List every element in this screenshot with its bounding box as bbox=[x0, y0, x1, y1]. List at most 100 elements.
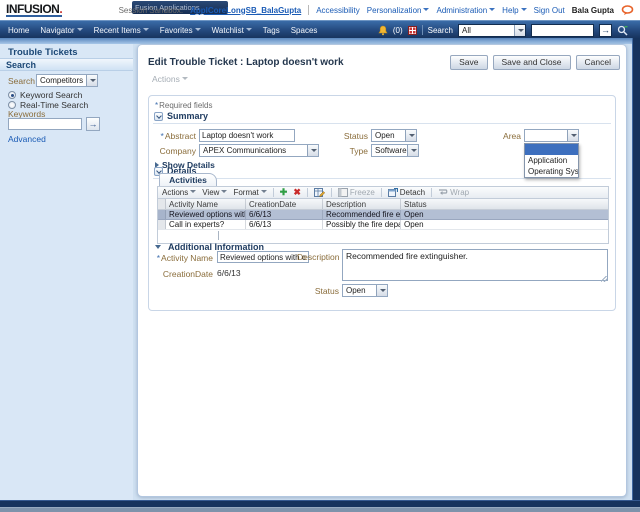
saved-search-select[interactable]: Competitors bbox=[36, 74, 98, 87]
toolbar-actions-menu[interactable]: Actions bbox=[162, 188, 197, 197]
accessibility-link[interactable]: Accessibility bbox=[316, 6, 360, 15]
dropdown-button[interactable] bbox=[405, 130, 416, 141]
dropdown-button[interactable] bbox=[407, 145, 418, 156]
activity-name-label: *Activity Name bbox=[156, 253, 213, 263]
detach-button[interactable]: Detach bbox=[387, 188, 425, 197]
chevron-down-icon bbox=[311, 149, 317, 152]
dropdown-button[interactable] bbox=[376, 285, 387, 296]
freeze-button[interactable]: Freeze bbox=[337, 188, 375, 197]
toolbar-format-menu[interactable]: Format bbox=[233, 188, 267, 197]
dropdown-option-operating-system[interactable]: Operating System bbox=[525, 166, 578, 177]
column-header-activity-name[interactable]: Activity Name bbox=[166, 199, 246, 209]
description-textarea[interactable] bbox=[342, 249, 608, 281]
search-scope-select[interactable]: All bbox=[458, 23, 526, 37]
keywords-go-button[interactable]: → bbox=[86, 117, 100, 131]
column-header-description[interactable]: Description bbox=[323, 199, 401, 209]
chevron-down-icon bbox=[142, 27, 149, 31]
table-row-selected[interactable]: Reviewed options with customer 6/6/13 Re… bbox=[158, 210, 608, 220]
global-search-input[interactable] bbox=[531, 23, 594, 37]
divider bbox=[153, 178, 611, 179]
keywords-input[interactable] bbox=[8, 118, 82, 130]
nav-watchlist[interactable]: Watchlist bbox=[212, 26, 252, 35]
advanced-search-icon[interactable] bbox=[617, 25, 628, 36]
company-select[interactable]: APEX Communications bbox=[199, 144, 319, 157]
type-select[interactable]: Software bbox=[371, 144, 419, 157]
collapse-icon[interactable] bbox=[154, 111, 163, 121]
row-selector[interactable] bbox=[158, 210, 166, 219]
area-select[interactable] bbox=[524, 129, 579, 142]
add-row-icon[interactable]: ✚ bbox=[280, 188, 288, 197]
wrap-button[interactable]: Wrap bbox=[438, 188, 469, 197]
panel-title: Edit Trouble Ticket : Laptop doesn't wor… bbox=[148, 57, 344, 68]
dropdown-button[interactable] bbox=[567, 130, 578, 141]
help-menu[interactable]: Help bbox=[502, 6, 527, 15]
save-and-close-button[interactable]: Save and Close bbox=[492, 55, 571, 70]
toolbar-view-menu[interactable]: View bbox=[202, 188, 228, 197]
dropdown-button[interactable] bbox=[86, 75, 97, 86]
nav-favorites[interactable]: Favorites bbox=[160, 26, 201, 35]
edit-table-icon[interactable] bbox=[313, 187, 325, 198]
nav-recent-items[interactable]: Recent Items bbox=[94, 26, 149, 35]
sign-out-link[interactable]: Sign Out bbox=[534, 6, 565, 15]
divider bbox=[330, 188, 332, 197]
abstract-input[interactable] bbox=[199, 129, 295, 142]
dropdown-button[interactable] bbox=[307, 145, 318, 156]
delete-row-icon[interactable]: ✖ bbox=[293, 188, 301, 197]
chevron-down-icon bbox=[489, 7, 496, 11]
status-label: Status bbox=[343, 131, 368, 141]
chevron-down-icon bbox=[155, 245, 161, 249]
chevron-down-icon bbox=[518, 28, 524, 32]
search-panel-header[interactable]: Search bbox=[0, 58, 133, 71]
window-footer-strip bbox=[0, 507, 640, 512]
nav-navigator[interactable]: Navigator bbox=[40, 26, 83, 35]
notifications-bell-icon[interactable] bbox=[378, 25, 388, 36]
divider bbox=[380, 188, 382, 197]
nav-tags[interactable]: Tags bbox=[263, 26, 280, 35]
edit-ticket-panel: Edit Trouble Ticket : Laptop doesn't wor… bbox=[137, 44, 627, 497]
table-row[interactable]: Call in experts? 6/6/13 Possibly the fir… bbox=[158, 220, 608, 230]
row-selector[interactable] bbox=[158, 220, 166, 229]
keyword-search-option[interactable]: Keyword Search bbox=[8, 90, 82, 100]
sandbox-link[interactable]: ApplCoreLongSB_BalaGupta bbox=[190, 6, 301, 15]
brand-logo: INFUSION. bbox=[6, 2, 63, 17]
additional-status-select[interactable]: Open bbox=[342, 284, 388, 297]
activity-name-input[interactable] bbox=[217, 251, 309, 263]
action-buttons: Save Save and Close Cancel bbox=[450, 55, 620, 70]
column-header-status[interactable]: Status bbox=[401, 199, 608, 209]
dropdown-button[interactable] bbox=[514, 24, 525, 36]
divider bbox=[308, 5, 310, 15]
radio-selected-icon[interactable] bbox=[8, 91, 16, 99]
required-fields-note: *Required fields bbox=[155, 101, 213, 110]
dropdown-option-blank[interactable] bbox=[525, 144, 578, 155]
chat-bubble-icon[interactable] bbox=[621, 4, 634, 16]
advanced-search-link[interactable]: Advanced bbox=[8, 134, 46, 144]
ticket-form-panel: *Required fields Summary *Abstract Statu… bbox=[148, 95, 616, 311]
tab-activities[interactable]: Activities bbox=[159, 173, 217, 186]
nav-search-area: (0) Search All → bbox=[378, 21, 628, 39]
search-go-button[interactable]: → bbox=[599, 23, 612, 37]
resize-grip-icon[interactable] bbox=[601, 276, 607, 282]
dropdown-option-application[interactable]: Application bbox=[525, 155, 578, 166]
table-toolbar: Actions View Format ✚ ✖ Freeze Detach Wr… bbox=[157, 186, 609, 199]
nav-home[interactable]: Home bbox=[8, 26, 29, 35]
required-icon: * bbox=[156, 253, 161, 263]
notification-count[interactable]: (0) bbox=[393, 26, 403, 35]
brand-logo-text: INFUSION bbox=[6, 2, 60, 16]
nav-spaces[interactable]: Spaces bbox=[291, 26, 318, 35]
type-label: Type bbox=[349, 146, 368, 156]
radio-unselected-icon[interactable] bbox=[8, 101, 16, 109]
required-icon: * bbox=[160, 131, 164, 141]
chevron-down-icon bbox=[260, 190, 267, 193]
cancel-button[interactable]: Cancel bbox=[575, 55, 620, 70]
summary-section-header[interactable]: Summary bbox=[154, 111, 208, 121]
actions-menu-disabled[interactable]: Actions bbox=[152, 74, 188, 84]
save-button[interactable]: Save bbox=[450, 55, 488, 70]
status-select[interactable]: Open bbox=[371, 129, 417, 142]
chevron-down-icon bbox=[221, 190, 228, 193]
administration-menu[interactable]: Administration bbox=[436, 6, 496, 15]
worklist-icon[interactable] bbox=[407, 25, 417, 35]
personalization-menu[interactable]: Personalization bbox=[367, 6, 430, 15]
column-header-creation-date[interactable]: CreationDate bbox=[246, 199, 323, 209]
sandbox-label: Session Sandbox: bbox=[118, 5, 184, 15]
divider bbox=[272, 188, 274, 197]
